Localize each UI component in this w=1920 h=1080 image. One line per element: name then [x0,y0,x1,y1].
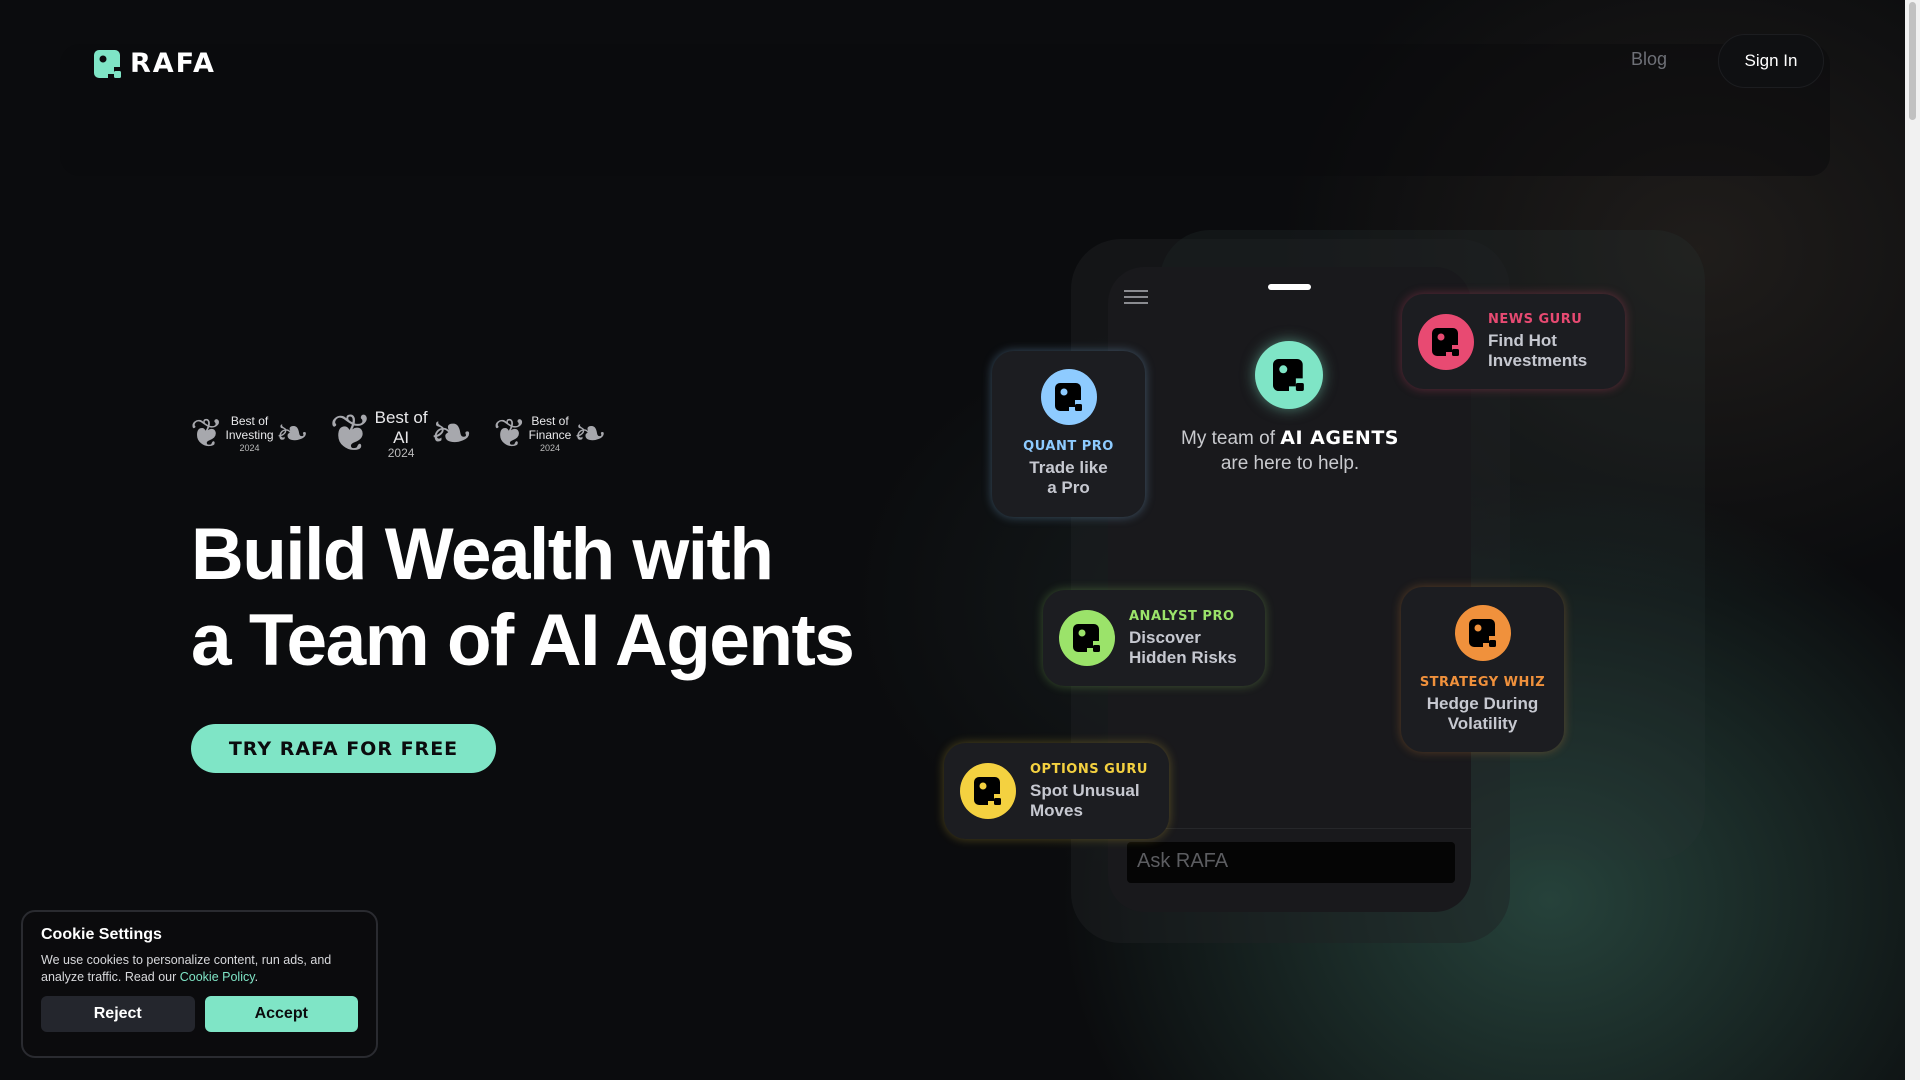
badge-title: Best of [531,414,569,429]
laurel-right-icon: ❧ [275,412,310,457]
agent-tagline: a Pro [1047,478,1090,497]
cookie-title: Cookie Settings [41,926,162,943]
rafa-logo-icon [94,49,121,78]
phone-notch [1268,284,1311,290]
badge-title: Best of [230,414,269,429]
header-bar [60,44,1830,176]
award-badges: ❦ Best of Investing 2024 ❧ ❦ Best of AI 2024… [190,408,607,461]
agent-avatar-icon [1040,369,1097,425]
agent-avatar-icon [960,763,1016,819]
agent-tagline: Discover [1129,627,1201,647]
agent-card-options-guru[interactable]: OPTIONS GURU Spot Unusual Moves [944,743,1169,839]
accept-button[interactable]: Accept [204,996,358,1032]
headline-line-2: a Team of AI Agents [191,600,855,681]
cookie-banner: Cookie Settings We use cookies to person… [21,910,378,1058]
agent-tagline: Volatility [1447,714,1518,733]
cookie-text: We use cookies to personalize content, r… [41,952,358,986]
laurel-left-icon: ❦ [493,412,527,457]
badge-year: 2024 [239,443,260,454]
agent-card-quant-pro[interactable]: QUANT PRO Trade like a Pro [992,351,1145,517]
scrollbar-track[interactable] [1905,0,1920,1080]
badge-category: AI [393,427,410,447]
agent-card-strategy-whiz[interactable]: STRATEGY WHIZ Hedge During Volatility [1401,587,1564,752]
agent-card-news-guru[interactable]: NEWS GURU Find Hot Investments [1402,294,1625,389]
agent-name: ANALYST PRO [1129,608,1235,624]
badge-category: Finance [528,428,572,443]
agent-avatar-icon [1059,610,1115,666]
agent-name: STRATEGY WHIZ [1419,675,1546,690]
agent-tagline: Find Hot [1488,331,1557,350]
agent-tagline: Hidden Risks [1129,647,1237,667]
badge-year: 2024 [539,443,561,454]
headline-line-1: Build Wealth with [191,514,774,595]
nav-blog-link[interactable]: Blog [1631,49,1667,70]
hero-headline: Build Wealth with a Team of AI Agents [191,512,855,684]
agent-tagline: Hedge During [1426,694,1539,713]
rafa-avatar [1255,341,1323,409]
agent-avatar-icon [1418,313,1474,370]
scrollbar-thumb[interactable] [1909,2,1916,120]
agent-card-analyst-pro[interactable]: ANALYST PRO Discover Hidden Risks [1043,590,1265,686]
intro-highlight: AI AGENTS [1280,427,1399,449]
sign-in-button[interactable]: Sign In [1718,34,1824,88]
agent-tagline: Investments [1488,351,1588,370]
award-badge-ai: ❦ Best of AI 2024 ❧ [329,408,473,461]
intro-text: My team of AI AGENTS are here to help. [1140,426,1440,476]
agent-name: NEWS GURU [1488,312,1583,327]
cookie-policy-link[interactable]: Cookie Policy [180,970,255,984]
agent-name: QUANT PRO [1023,439,1114,454]
badge-title: Best of [374,408,428,427]
logo[interactable]: RAFA [94,48,216,79]
award-badge-investing: ❦ Best of Investing 2024 ❧ [190,414,309,454]
award-badge-finance: ❦ Best of Finance 2024 ❧ [493,414,607,454]
laurel-left-icon: ❦ [190,412,224,457]
badge-category: Investing [225,428,274,443]
rafa-logo-icon [1273,359,1304,391]
agent-tagline: Spot Unusual [1030,780,1140,800]
intro-prefix: My team of [1181,428,1275,449]
brand-name: RAFA [130,48,216,79]
try-rafa-button[interactable]: TRY RAFA FOR FREE [191,724,496,773]
agent-tagline: Moves [1030,800,1083,820]
laurel-left-icon: ❦ [329,405,373,464]
reject-button[interactable]: Reject [41,996,195,1032]
laurel-right-icon: ❧ [573,412,607,457]
hamburger-menu-icon[interactable] [1124,290,1148,308]
agent-name: OPTIONS GURU [1030,761,1148,777]
agent-avatar-icon [1454,605,1511,661]
agent-tagline: Trade like [1029,458,1108,477]
badge-year: 2024 [387,446,415,461]
cookie-period: . [254,970,259,984]
intro-suffix: are here to help. [1220,453,1360,474]
ask-rafa-input[interactable]: Ask RAFA [1127,842,1455,883]
laurel-right-icon: ❧ [429,405,474,464]
